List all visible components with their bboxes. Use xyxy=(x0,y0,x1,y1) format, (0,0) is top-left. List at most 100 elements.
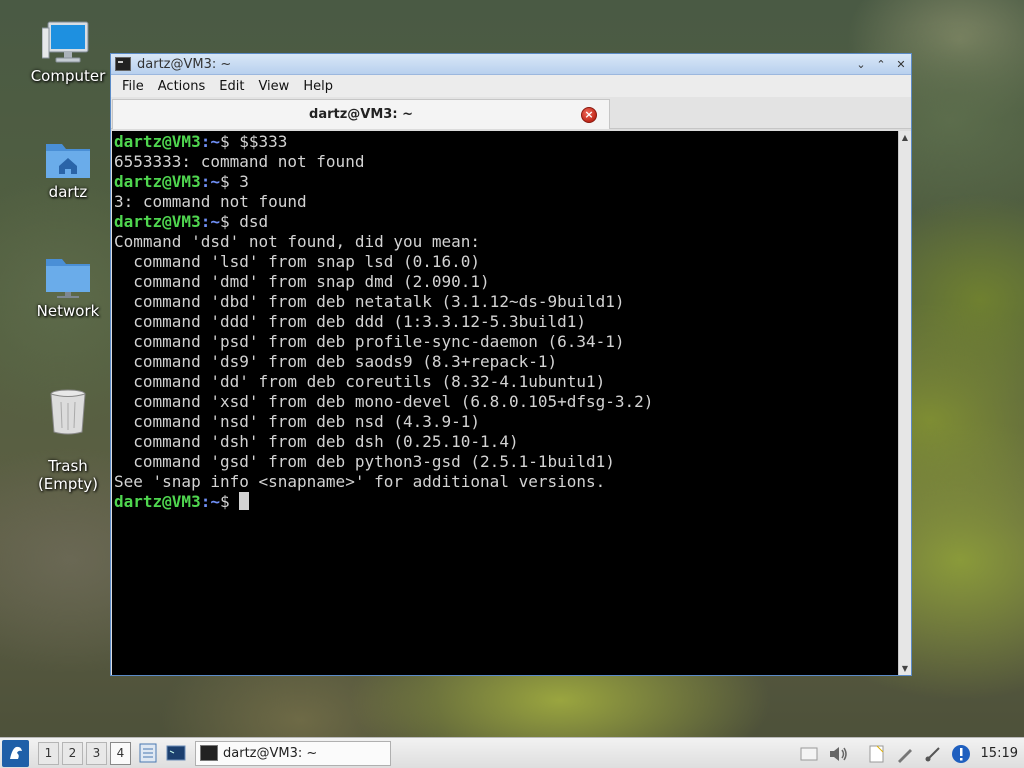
terminal-line: command 'gsd' from deb python3-gsd (2.5.… xyxy=(114,452,899,472)
notes-icon[interactable] xyxy=(867,744,887,764)
scrollbar[interactable]: ▲ ▼ xyxy=(898,131,911,675)
pen-icon[interactable] xyxy=(895,744,915,764)
terminal-line: command 'ds9' from deb saods9 (8.3+repac… xyxy=(114,352,899,372)
terminal-launcher-icon[interactable] xyxy=(165,742,187,764)
terminal-line: command 'nsd' from deb nsd (4.3.9-1) xyxy=(114,412,899,432)
taskbar-task-terminal[interactable]: dartz@VM3: ~ xyxy=(195,740,391,766)
trash-icon xyxy=(50,389,86,435)
terminal-line: dartz@VM3:~$ 3 xyxy=(114,172,899,192)
scroll-up-icon[interactable]: ▲ xyxy=(899,131,911,144)
output-text: 3: command not found xyxy=(114,192,307,211)
output-text: command 'nsd' from deb nsd (4.3.9-1) xyxy=(114,412,481,431)
desktop-icon-trash[interactable]: Trash (Empty) xyxy=(18,370,118,493)
output-text: command 'psd' from deb profile-sync-daem… xyxy=(114,332,625,351)
clipboard-icon[interactable] xyxy=(799,745,819,763)
terminal-line: Command 'dsd' not found, did you mean: xyxy=(114,232,899,252)
menu-edit[interactable]: Edit xyxy=(212,79,251,94)
desktop-icon-label: Trash (Empty) xyxy=(37,457,99,493)
terminal-window[interactable]: dartz@VM3: ~ ⌄ ⌃ ✕ File Actions Edit Vie… xyxy=(110,53,912,676)
command-text: $$333 xyxy=(239,132,288,151)
home-folder-icon xyxy=(46,144,90,178)
terminal-line: dartz@VM3:~$ $$333 xyxy=(114,132,899,152)
desktop-icon-computer[interactable]: Computer xyxy=(18,20,118,85)
output-text: command 'lsd' from snap lsd (0.16.0) xyxy=(114,252,481,271)
output-text: command 'dbd' from deb netatalk (3.1.12~… xyxy=(114,292,625,311)
network-status-icon[interactable] xyxy=(923,744,943,764)
network-folder-icon xyxy=(46,259,90,298)
workspace-1[interactable]: 1 xyxy=(38,741,59,765)
output-text: command 'dsh' from deb dsh (0.25.10-1.4) xyxy=(114,432,519,451)
system-tray: 15:19 xyxy=(791,738,1024,768)
scroll-down-icon[interactable]: ▼ xyxy=(899,662,911,675)
desktop-icon-label: dartz xyxy=(48,183,88,201)
output-text: Command 'dsd' not found, did you mean: xyxy=(114,232,481,251)
computer-icon xyxy=(42,21,89,63)
terminal-line: command 'lsd' from snap lsd (0.16.0) xyxy=(114,252,899,272)
menu-bar: File Actions Edit View Help xyxy=(111,75,911,97)
command-text: 3 xyxy=(239,172,249,191)
desktop-icon-label: Computer xyxy=(30,67,106,85)
desktop-icon-label: Network xyxy=(36,302,100,320)
prompt-symbol: $ xyxy=(219,132,240,151)
prompt-symbol: $ xyxy=(219,172,240,191)
terminal-line: command 'xsd' from deb mono-devel (6.8.0… xyxy=(114,392,899,412)
prompt-user: dartz@VM3 xyxy=(114,492,201,511)
updates-alert-icon[interactable] xyxy=(951,744,971,764)
output-text: command 'dmd' from snap dmd (2.090.1) xyxy=(114,272,490,291)
terminal-line: command 'psd' from deb profile-sync-daem… xyxy=(114,332,899,352)
workspace-4[interactable]: 4 xyxy=(110,741,131,765)
terminal-icon xyxy=(200,745,218,761)
prompt-user: dartz@VM3 xyxy=(114,132,201,151)
terminal-icon xyxy=(115,57,131,71)
start-menu-button[interactable] xyxy=(2,739,29,767)
maximize-button[interactable]: ⌃ xyxy=(871,55,891,73)
clock[interactable]: 15:19 xyxy=(981,746,1018,761)
menu-help[interactable]: Help xyxy=(296,79,340,94)
terminal-line: command 'dd' from deb coreutils (8.32-4.… xyxy=(114,372,899,392)
terminal-line: 3: command not found xyxy=(114,192,899,212)
prompt-user: dartz@VM3 xyxy=(114,212,201,231)
prompt-path: :~ xyxy=(200,212,220,231)
tab-close-icon[interactable]: × xyxy=(581,107,597,123)
text-cursor xyxy=(239,492,250,510)
terminal-line: command 'dsh' from deb dsh (0.25.10-1.4) xyxy=(114,432,899,452)
workspace-3[interactable]: 3 xyxy=(86,741,107,765)
tab-label: dartz@VM3: ~ xyxy=(309,107,413,122)
window-titlebar[interactable]: dartz@VM3: ~ ⌄ ⌃ ✕ xyxy=(111,54,911,75)
close-button[interactable]: ✕ xyxy=(891,55,911,73)
terminal-line: command 'dmd' from snap dmd (2.090.1) xyxy=(114,272,899,292)
output-text: command 'xsd' from deb mono-devel (6.8.0… xyxy=(114,392,654,411)
tab-terminal[interactable]: dartz@VM3: ~ × xyxy=(112,99,610,129)
minimize-button[interactable]: ⌄ xyxy=(851,55,871,73)
terminal-output[interactable]: dartz@VM3:~$ $$333 6553333: command not f… xyxy=(112,131,899,675)
output-text: command 'ddd' from deb ddd (1:3.3.12-5.3… xyxy=(114,312,587,331)
terminal-line: See 'snap info <snapname>' for additiona… xyxy=(114,472,899,492)
menu-actions[interactable]: Actions xyxy=(151,79,213,94)
volume-icon[interactable] xyxy=(827,744,849,764)
prompt-user: dartz@VM3 xyxy=(114,172,201,191)
menu-file[interactable]: File xyxy=(115,79,151,94)
taskbar: 1234 dartz@VM3: ~ 15:19 xyxy=(0,737,1024,768)
tab-bar: dartz@VM3: ~ × xyxy=(111,97,911,129)
prompt-path: :~ xyxy=(200,492,220,511)
app-menu-icon xyxy=(9,746,22,759)
output-text: command 'ds9' from deb saods9 (8.3+repac… xyxy=(114,352,558,371)
output-text: See 'snap info <snapname>' for additiona… xyxy=(114,472,606,491)
command-text: dsd xyxy=(239,212,269,231)
prompt-path: :~ xyxy=(200,132,220,151)
menu-view[interactable]: View xyxy=(251,79,296,94)
output-text: command 'dd' from deb coreutils (8.32-4.… xyxy=(114,372,606,391)
workspace-2[interactable]: 2 xyxy=(62,741,83,765)
file-manager-icon[interactable] xyxy=(137,742,159,764)
desktop-icon-home[interactable]: dartz xyxy=(18,138,118,201)
terminal-line: 6553333: command not found xyxy=(114,152,899,172)
task-label: dartz@VM3: ~ xyxy=(223,745,318,761)
terminal-line: command 'ddd' from deb ddd (1:3.3.12-5.3… xyxy=(114,312,899,332)
desktop-icon-network[interactable]: Network xyxy=(18,255,118,320)
output-text: command 'gsd' from deb python3-gsd (2.5.… xyxy=(114,452,615,471)
output-text: 6553333: command not found xyxy=(114,152,365,171)
terminal-line: dartz@VM3:~$ xyxy=(114,492,899,512)
window-title: dartz@VM3: ~ xyxy=(137,56,232,72)
terminal-line: dartz@VM3:~$ dsd xyxy=(114,212,899,232)
prompt-path: :~ xyxy=(200,172,220,191)
